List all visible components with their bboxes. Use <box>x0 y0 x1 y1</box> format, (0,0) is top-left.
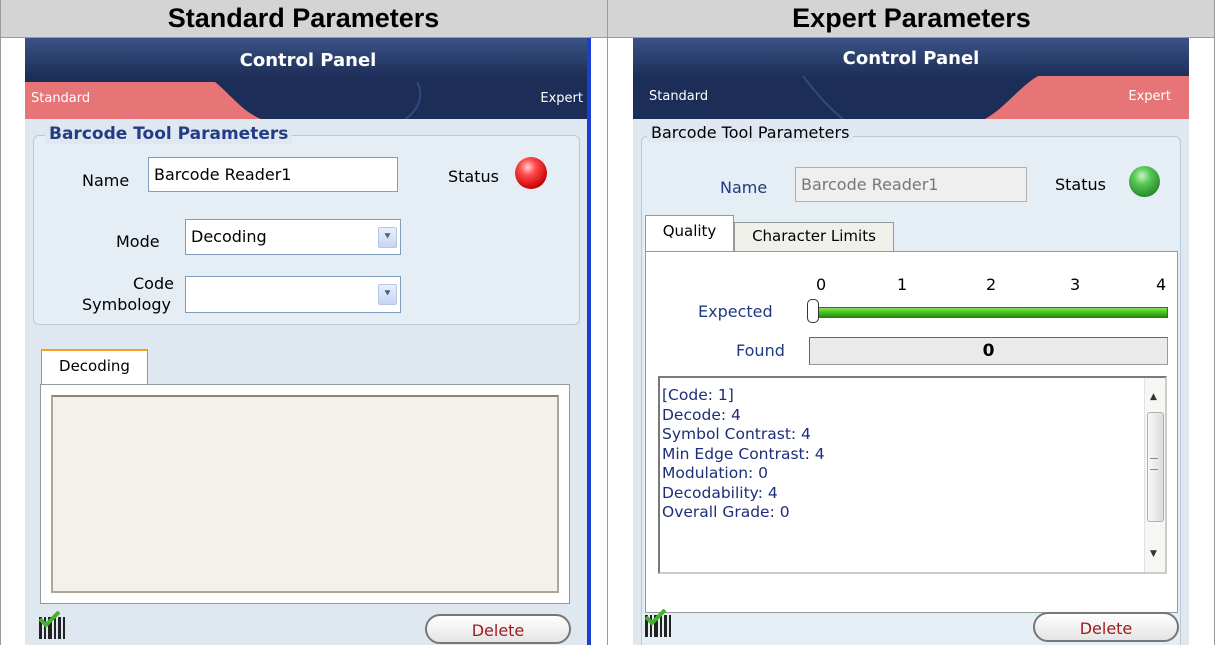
tab-standard[interactable]: Standard <box>649 89 708 104</box>
result-line: [Code: 1] <box>662 386 734 404</box>
status-indicator <box>515 157 547 189</box>
expected-slider-track[interactable] <box>811 307 1168 318</box>
scale-tick-2: 2 <box>986 275 997 294</box>
expert-parameters-header: Expert Parameters <box>608 0 1215 38</box>
delete-button-label: Delete <box>471 621 525 640</box>
result-line: Decodability: 4 <box>662 483 778 502</box>
tab-quality[interactable]: Quality <box>645 215 734 252</box>
group-title: Barcode Tool Parameters <box>45 124 293 144</box>
chevron-down-icon[interactable]: ⯆ <box>378 284 397 305</box>
status-indicator <box>1129 166 1160 197</box>
scale-tick-1: 1 <box>897 275 908 294</box>
standard-parameters-header: Standard Parameters <box>0 0 607 38</box>
quality-results-list[interactable]: [Code: 1] Decode: 4 Symbol Contrast: 4 M… <box>658 376 1167 574</box>
code-symbology-label-line1: Code <box>133 274 174 293</box>
tab-standard[interactable]: Standard <box>31 91 90 106</box>
decoding-tab-content <box>40 384 570 604</box>
result-line: Decode: 4 <box>662 405 741 424</box>
mode-value: Decoding <box>191 227 267 246</box>
status-label: Status <box>1055 175 1106 194</box>
code-symbology-dropdown[interactable]: ⯆ <box>185 276 401 313</box>
delete-button[interactable]: Delete <box>425 614 571 644</box>
expected-label: Expected <box>698 302 773 321</box>
scale-tick-4: 4 <box>1156 275 1167 294</box>
expected-slider-thumb[interactable] <box>807 299 819 323</box>
group-title: Barcode Tool Parameters <box>647 123 854 142</box>
panel-right-edge <box>587 38 591 645</box>
mode-label: Mode <box>116 232 160 251</box>
found-label: Found <box>736 341 785 360</box>
chevron-down-icon[interactable]: ⯆ <box>378 227 397 248</box>
found-value-box: 0 <box>809 337 1168 365</box>
tab-decoding-label: Decoding <box>59 357 130 375</box>
tab-quality-label: Quality <box>662 222 717 240</box>
table-divider <box>607 0 608 645</box>
decoding-results-area <box>51 395 559 593</box>
result-line: Symbol Contrast: 4 <box>662 425 811 443</box>
scale-tick-0: 0 <box>816 275 827 294</box>
control-panel-title: Control Panel <box>239 50 377 71</box>
tab-expert[interactable]: Expert <box>1128 89 1171 104</box>
tab-expert[interactable]: Expert <box>540 91 583 106</box>
standard-parameters-title: Standard Parameters <box>167 3 440 33</box>
tab-decoding[interactable]: Decoding <box>41 349 148 385</box>
scale-tick-3: 3 <box>1070 275 1081 294</box>
result-line: Overall Grade: 0 <box>662 503 790 521</box>
name-field[interactable]: Barcode Reader1 <box>148 157 398 192</box>
code-symbology-label-line2: Symbology <box>82 295 172 314</box>
name-field[interactable]: Barcode Reader1 <box>795 167 1027 202</box>
tab-selector-shape <box>802 76 1189 119</box>
panel-body: Barcode Tool Parameters Name Barcode Rea… <box>25 119 591 645</box>
mode-dropdown[interactable]: Decoding ⯆ <box>185 219 401 255</box>
table-left-border <box>0 0 1 645</box>
scroll-down-arrow-icon[interactable]: ▼ <box>1150 545 1157 565</box>
tab-character-limits[interactable]: Character Limits <box>734 222 894 252</box>
expert-control-panel: Control Panel Standard Expert Barcode To… <box>633 38 1189 645</box>
standard-control-panel: Control Panel Standard Expert Barcode To… <box>25 38 591 645</box>
panel-body: Barcode Tool Parameters Name Barcode Rea… <box>633 119 1189 645</box>
delete-button-label: Delete <box>1079 619 1133 638</box>
tab-selector-shape <box>25 82 422 119</box>
result-line: Modulation: 0 <box>662 464 769 482</box>
status-label: Status <box>448 167 499 186</box>
scroll-grip-icon <box>1150 458 1158 470</box>
barcode-icon <box>38 611 65 639</box>
scroll-up-arrow-icon[interactable]: ▲ <box>1150 388 1157 408</box>
result-line: Min Edge Contrast: 4 <box>662 444 825 463</box>
tab-character-limits-label: Character Limits <box>752 227 876 245</box>
name-label: Name <box>720 178 768 197</box>
found-value: 0 <box>982 341 995 361</box>
scrollbar[interactable]: ▲ ▼ <box>1144 378 1165 572</box>
expert-parameters-title: Expert Parameters <box>792 3 1031 33</box>
control-panel-title: Control Panel <box>842 48 980 69</box>
name-label: Name <box>82 171 130 190</box>
barcode-icon <box>644 609 671 637</box>
delete-button[interactable]: Delete <box>1033 612 1179 642</box>
